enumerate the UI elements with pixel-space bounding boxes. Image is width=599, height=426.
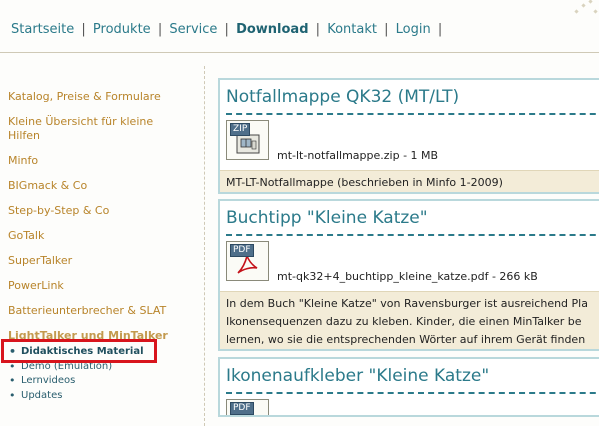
- pdf-file-icon[interactable]: PDF: [226, 399, 269, 415]
- sidebar-item-minfo[interactable]: Minfo: [8, 154, 198, 168]
- nav-separator: |: [384, 22, 389, 37]
- description-line: MT-LT-Notfallmappe (beschrieben in Minfo…: [226, 176, 503, 189]
- description-line: Ikonensequenzen dazu zu kleben. Kinder, …: [226, 315, 582, 328]
- nav-produkte[interactable]: Produkte: [93, 22, 151, 37]
- sidebar-item-powerlink[interactable]: PowerLink: [8, 279, 198, 293]
- column-divider: [204, 66, 205, 426]
- download-title[interactable]: Ikonenaufkleber "Kleine Katze": [226, 366, 489, 386]
- sidebar-item-batterieunterbrecher[interactable]: Batterieunterbrecher & SLAT: [8, 304, 198, 318]
- zip-file-icon[interactable]: ZIP: [226, 120, 269, 160]
- sidebar-item-kleine-uebersicht[interactable]: Kleine Übersicht für kleine Hilfen: [8, 115, 168, 143]
- nav-kontakt[interactable]: Kontakt: [327, 22, 377, 37]
- download-card: Buchtipp "Kleine Katze" PDF mt-qk32+4_bu…: [218, 199, 599, 351]
- description-line: In dem Buch "Kleine Katze" von Ravensbur…: [226, 297, 588, 310]
- file-type-badge: PDF: [230, 244, 254, 257]
- nav-separator: |: [437, 22, 443, 37]
- nav-service[interactable]: Service: [169, 22, 217, 37]
- highlight-annotation-box: [1, 339, 157, 363]
- sidebar-item-supertalker[interactable]: SuperTalker: [8, 254, 198, 268]
- download-description: In dem Buch "Kleine Katze" von Ravensbur…: [220, 291, 599, 349]
- download-description: MT-LT-Notfallmappe (beschrieben in Minfo…: [220, 170, 599, 192]
- file-link[interactable]: mt-lt-notfallmappe.zip - 1 MB: [277, 149, 438, 162]
- header-divider: [0, 52, 599, 53]
- title-divider: [226, 392, 599, 394]
- top-navigation: Startseite | Produkte | Service | Downlo…: [11, 22, 445, 37]
- nav-login[interactable]: Login: [396, 22, 431, 37]
- file-link[interactable]: mt-qk32+4_buchtipp_kleine_katze.pdf - 26…: [277, 270, 538, 283]
- download-title[interactable]: Buchtipp "Kleine Katze": [226, 208, 428, 228]
- nav-separator: |: [315, 22, 321, 37]
- description-line: lernen, wo sie die entsprechenden Wörter…: [226, 333, 586, 346]
- nav-startseite[interactable]: Startseite: [11, 22, 74, 37]
- file-type-badge: PDF: [230, 402, 254, 415]
- download-card: Ikonenaufkleber "Kleine Katze" PDF: [218, 357, 599, 417]
- nav-separator: |: [224, 22, 229, 37]
- pdf-file-icon[interactable]: PDF: [226, 241, 269, 281]
- sidebar-item-gotalk[interactable]: GoTalk: [8, 229, 198, 243]
- nav-download[interactable]: Download: [236, 22, 308, 37]
- sidebar-item-bigmack[interactable]: BIGmack & Co: [8, 179, 198, 193]
- download-title[interactable]: Notfallmappe QK32 (MT/LT): [226, 87, 459, 107]
- title-divider: [226, 234, 599, 236]
- sidebar-item-step-by-step[interactable]: Step-by-Step & Co: [8, 204, 198, 218]
- nav-separator: |: [81, 22, 86, 37]
- download-card: Notfallmappe QK32 (MT/LT) ZIP mt-lt-notf…: [218, 78, 599, 194]
- subnav-item-updates[interactable]: Updates: [8, 389, 198, 404]
- title-divider: [226, 113, 599, 115]
- subnav-item-lernvideos[interactable]: Lernvideos: [8, 374, 198, 389]
- corner-decoration: [574, 0, 598, 14]
- file-type-badge: ZIP: [230, 123, 251, 136]
- nav-separator: |: [157, 22, 163, 37]
- sidebar-item-katalog[interactable]: Katalog, Preise & Formulare: [8, 90, 198, 104]
